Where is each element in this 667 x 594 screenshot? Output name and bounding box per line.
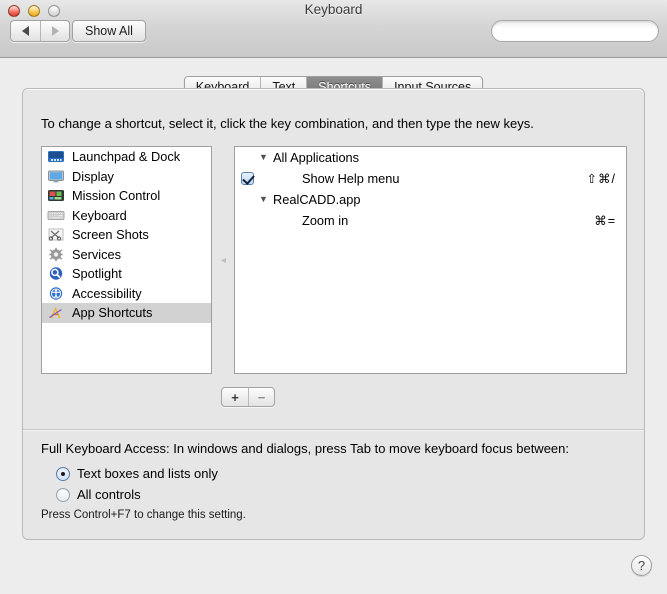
sidebar-item-label: Keyboard [72,207,127,223]
sidebar-item-label: Launchpad & Dock [72,149,181,165]
sidebar-item-label: Spotlight [72,266,122,282]
disclosure-triangle-icon[interactable]: ▼ [259,153,273,162]
shortcut-tree[interactable]: ▼ All Applications Show Help menu ⇧⌘/ ▼ … [234,146,627,374]
forward-button [40,21,69,41]
full-keyboard-access-label: Full Keyboard Access: In windows and dia… [41,441,569,456]
pane-splitter[interactable] [212,146,234,374]
tree-group-row[interactable]: ▼ All Applications [235,147,626,168]
shortcut-keys[interactable]: ⇧⌘/ [587,171,616,186]
keyboard-icon [47,208,65,223]
search-field[interactable] [491,20,659,42]
full-keyboard-access-radio-group: Text boxes and lists only All controls [56,463,218,505]
screenshots-icon [47,227,65,242]
tree-group-label: All Applications [273,150,360,165]
tree-item-row[interactable]: Show Help menu ⇧⌘/ [235,168,626,189]
shortcut-panes: Launchpad & Dock Display Mission Control… [41,146,627,374]
sidebar-item-screen-shots[interactable]: Screen Shots [42,225,211,245]
search-input[interactable] [504,24,659,38]
radio-button-icon[interactable] [56,466,70,481]
window-titlebar: Keyboard Show All [0,0,667,58]
navigation-segmented-control[interactable] [10,20,70,42]
shortcuts-panel: To change a shortcut, select it, click t… [22,88,645,540]
tree-item-label: Show Help menu [302,171,400,186]
launchpad-dock-icon [47,149,65,164]
app-shortcuts-icon [47,305,65,320]
radio-option-all-controls[interactable]: All controls [56,484,218,505]
sidebar-item-display[interactable]: Display [42,167,211,187]
sidebar-item-spotlight[interactable]: Spotlight [42,264,211,284]
sidebar-item-accessibility[interactable]: Accessibility [42,284,211,304]
sidebar-item-label: Screen Shots [72,227,149,243]
mission-control-icon [47,188,65,203]
sidebar-item-keyboard[interactable]: Keyboard [42,206,211,226]
sidebar-item-label: Services [72,246,122,262]
sidebar-item-launchpad-dock[interactable]: Launchpad & Dock [42,147,211,167]
sidebar-item-label: Accessibility [72,285,142,301]
checkbox-slot [235,172,259,185]
show-all-button[interactable]: Show All [72,20,146,42]
add-remove-segmented-control: + − [221,387,275,407]
window-title: Keyboard [304,2,363,17]
spotlight-icon [47,266,65,281]
disclosure-triangle-icon[interactable]: ▼ [259,195,273,204]
shortcut-keys[interactable]: ⌘= [594,213,616,228]
section-divider [23,429,644,431]
radio-option-text-boxes[interactable]: Text boxes and lists only [56,463,218,484]
forward-arrow-icon [51,26,59,36]
sidebar-item-label: Mission Control [72,188,161,204]
remove-shortcut-button: − [248,388,274,406]
sidebar-item-label: Display [72,168,114,184]
tree-item-row[interactable]: Zoom in ⌘= [235,210,626,231]
radio-label: Text boxes and lists only [77,466,218,481]
radio-label: All controls [77,487,141,502]
tree-item-label: Zoom in [302,213,349,228]
radio-button-icon[interactable] [56,487,70,502]
back-button[interactable] [11,21,40,41]
display-icon [47,169,65,184]
category-list[interactable]: Launchpad & Dock Display Mission Control… [41,146,212,374]
tree-group-label: RealCADD.app [273,192,361,207]
accessibility-icon [47,286,65,301]
shortcut-enabled-checkbox[interactable] [240,172,254,185]
add-shortcut-button[interactable]: + [222,388,248,406]
sidebar-item-app-shortcuts[interactable]: App Shortcuts [42,303,211,323]
keyboard-access-note: Press Control+F7 to change this setting. [41,509,246,521]
sidebar-item-services[interactable]: Services [42,245,211,265]
back-arrow-icon [22,26,29,36]
sidebar-item-label: App Shortcuts [72,305,153,321]
tree-group-row[interactable]: ▼ RealCADD.app [235,189,626,210]
help-button[interactable]: ? [631,555,652,576]
instruction-text: To change a shortcut, select it, click t… [41,116,534,131]
services-gear-icon [47,247,65,262]
sidebar-item-mission-control[interactable]: Mission Control [42,186,211,206]
